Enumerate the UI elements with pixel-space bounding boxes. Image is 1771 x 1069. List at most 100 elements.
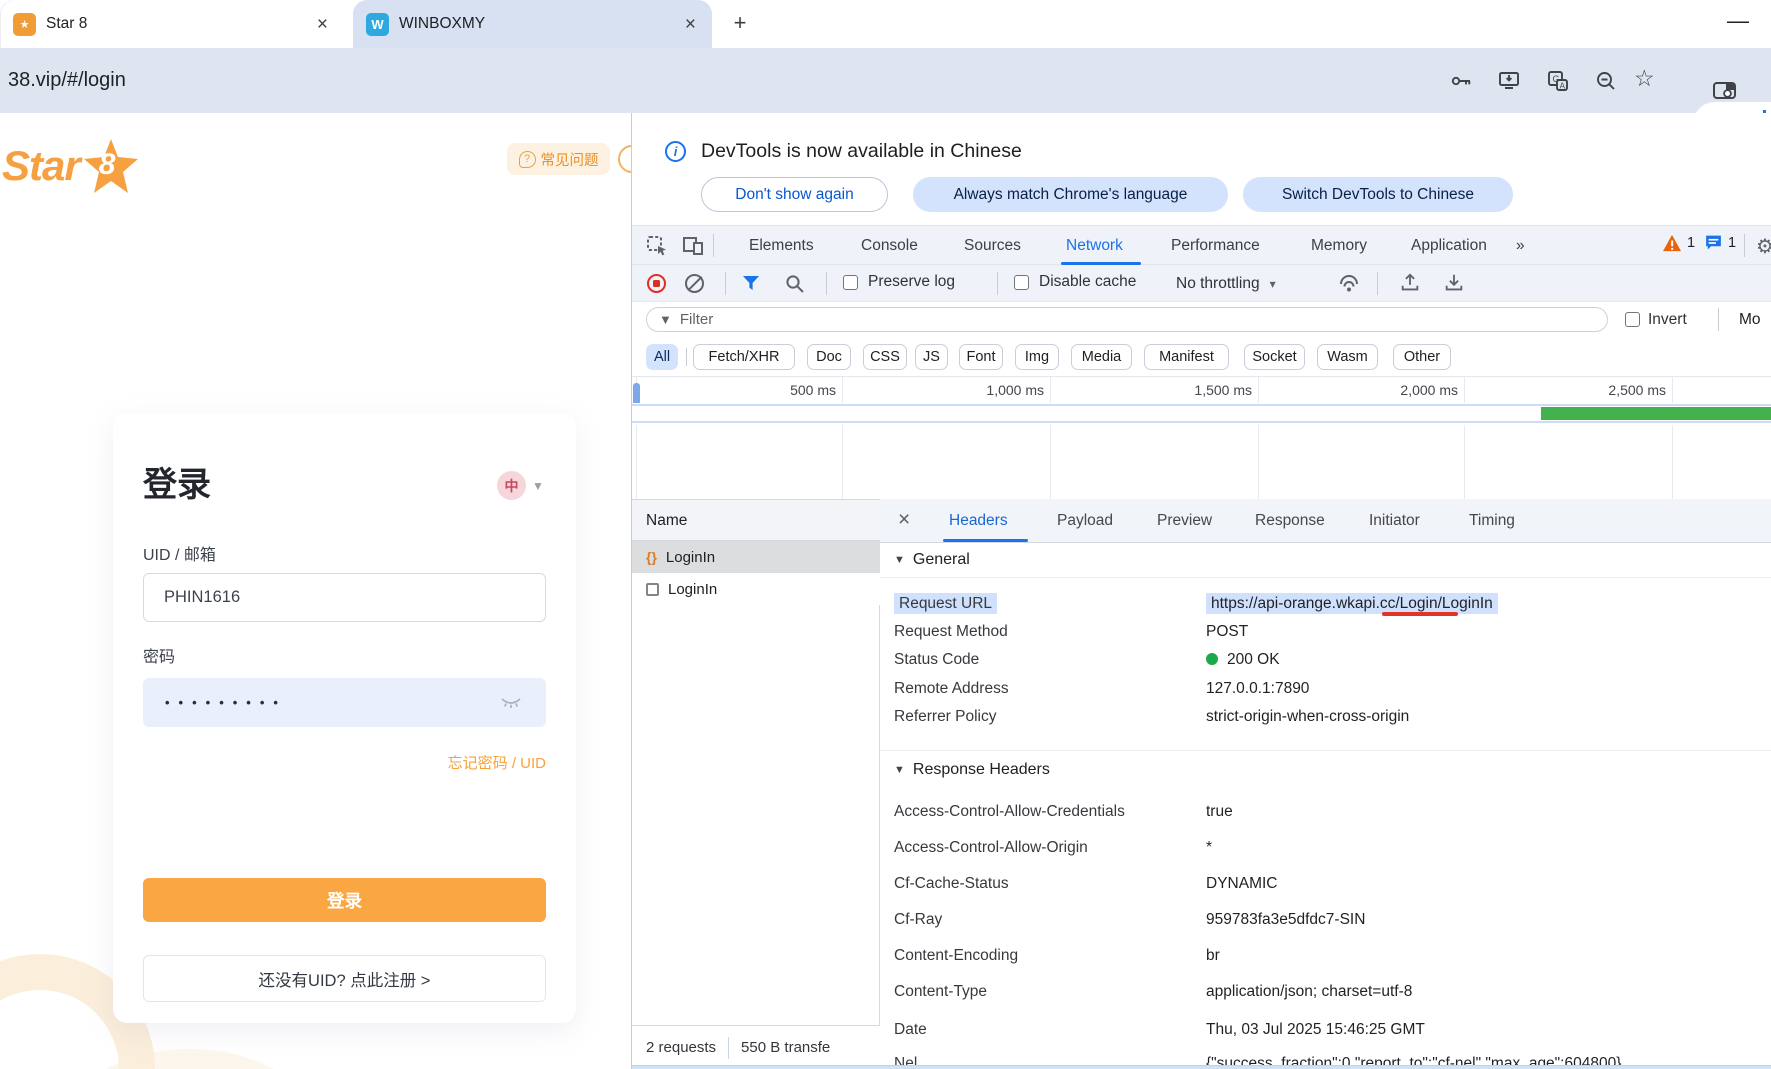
new-tab-button[interactable]: + — [726, 10, 754, 38]
gridline — [842, 377, 843, 499]
header-row-request-method: Request Method POST — [880, 618, 1771, 646]
password-label: 密码 — [143, 643, 175, 667]
language-selector[interactable]: 中 ▼ — [497, 471, 544, 500]
browser-tab-star8[interactable]: ★ Star 8 × — [0, 0, 344, 48]
close-icon[interactable]: × — [898, 499, 910, 543]
device-toolbar-icon[interactable] — [682, 235, 704, 257]
gridline — [1672, 377, 1673, 499]
chip-img[interactable]: Img — [1015, 344, 1059, 370]
password-field[interactable]: ••••••••• — [143, 678, 546, 727]
chip-manifest[interactable]: Manifest — [1144, 344, 1229, 370]
password-key-icon[interactable] — [1449, 69, 1473, 93]
site-logo[interactable]: Star 8 — [2, 138, 140, 194]
header-name: Access-Control-Allow-Credentials — [894, 798, 1125, 826]
browser-tab-winboxmy[interactable]: W WINBOXMY × — [353, 0, 712, 48]
more-tabs-chevron[interactable]: » — [1516, 226, 1525, 265]
chip-fetch-xhr[interactable]: Fetch/XHR — [693, 344, 795, 370]
tab-timing[interactable]: Timing — [1469, 499, 1515, 543]
chip-doc[interactable]: Doc — [807, 344, 851, 370]
request-row-selected[interactable]: {} LoginIn — [632, 541, 880, 573]
settings-gear-icon[interactable]: ⚙ — [1756, 234, 1771, 259]
request-count: 2 requests — [646, 1039, 716, 1056]
throttling-dropdown[interactable]: No throttling ▾ — [1176, 265, 1276, 302]
faq-button[interactable]: ? 常见问题 — [507, 143, 610, 175]
messages-counter[interactable]: 1 — [1704, 234, 1736, 252]
tab-elements[interactable]: Elements — [749, 226, 814, 265]
dont-show-again-button[interactable]: Don't show again — [701, 177, 888, 212]
tab-sources[interactable]: Sources — [964, 226, 1021, 265]
divider — [826, 272, 827, 295]
general-section-header[interactable]: ▼General — [894, 551, 970, 569]
close-tab-icon[interactable]: × — [685, 15, 696, 34]
window-minimize-button[interactable]: — — [1727, 8, 1749, 34]
tab-headers[interactable]: Headers — [949, 499, 1008, 543]
warnings-counter[interactable]: 1 — [1662, 234, 1695, 252]
response-headers-section-header[interactable]: ▼Response Headers — [894, 761, 1050, 779]
header-name: Referrer Policy — [894, 703, 997, 731]
requests-list: Name {} LoginIn LoginIn 2 requests 550 B… — [632, 499, 880, 1069]
warning-count: 1 — [1687, 235, 1695, 251]
network-overview[interactable] — [632, 403, 1771, 425]
name-column-header[interactable]: Name — [632, 499, 880, 541]
tab-payload[interactable]: Payload — [1057, 499, 1113, 543]
invert-checkbox[interactable] — [1625, 312, 1640, 327]
url-bar: 38.vip/#/login G A ☆ — [0, 48, 1771, 113]
search-icon[interactable] — [784, 273, 805, 294]
import-har-icon[interactable] — [1399, 272, 1421, 294]
chip-wasm[interactable]: Wasm — [1317, 344, 1378, 370]
header-value: strict-origin-when-cross-origin — [1206, 703, 1409, 731]
chip-socket[interactable]: Socket — [1244, 344, 1305, 370]
record-button[interactable] — [647, 274, 666, 293]
tab-memory[interactable]: Memory — [1311, 226, 1367, 265]
login-button[interactable]: 登录 — [143, 878, 546, 922]
eye-closed-icon[interactable] — [500, 696, 522, 710]
inspect-element-icon[interactable] — [646, 235, 668, 257]
invert-filter[interactable]: Invert — [1625, 302, 1687, 337]
tab-search-icon[interactable] — [1712, 79, 1736, 103]
chip-media[interactable]: Media — [1071, 344, 1132, 370]
tab-network[interactable]: Network — [1066, 226, 1123, 265]
chip-other[interactable]: Other — [1393, 344, 1451, 370]
close-tab-icon[interactable]: × — [317, 15, 328, 34]
logo-star-icon: 8 — [82, 137, 140, 195]
filter-funnel-icon[interactable] — [743, 276, 759, 291]
register-link-button[interactable]: 还没有UID? 点此注册 > — [143, 955, 546, 1002]
chip-js[interactable]: JS — [915, 344, 948, 370]
tab-console[interactable]: Console — [861, 226, 918, 265]
switch-to-chinese-button[interactable]: Switch DevTools to Chinese — [1243, 177, 1513, 212]
request-row[interactable]: LoginIn — [632, 573, 880, 605]
tab-preview[interactable]: Preview — [1157, 499, 1212, 543]
ruler-tick: 1,000 ms — [944, 377, 1044, 403]
address-input[interactable]: 38.vip/#/login — [8, 48, 126, 113]
tab-application[interactable]: Application — [1411, 226, 1487, 265]
network-status-bar: 2 requests 550 B transfe — [632, 1025, 880, 1069]
preserve-log-checkbox[interactable] — [843, 275, 858, 290]
export-har-icon[interactable] — [1443, 272, 1465, 294]
forgot-password-link[interactable]: 忘记密码 / UID — [448, 752, 546, 773]
json-braces-icon: {} — [646, 549, 657, 565]
filter-input[interactable]: ▼ Filter — [646, 307, 1608, 332]
transferred-size: 550 B transfe — [741, 1039, 830, 1056]
bottom-scroll-strip[interactable] — [632, 1065, 1771, 1069]
tab-response[interactable]: Response — [1255, 499, 1325, 543]
tab-performance[interactable]: Performance — [1171, 226, 1260, 265]
zoom-out-icon[interactable] — [1594, 69, 1618, 93]
match-language-button[interactable]: Always match Chrome's language — [913, 177, 1228, 212]
chip-all[interactable]: All — [646, 344, 678, 370]
bookmark-star-icon[interactable]: ☆ — [1634, 66, 1658, 90]
uid-field[interactable] — [143, 573, 546, 622]
translate-icon[interactable]: G A — [1546, 69, 1570, 93]
header-value: br — [1206, 942, 1220, 970]
chip-css[interactable]: CSS — [863, 344, 907, 370]
detail-tabbar: × Headers Payload Preview Response Initi… — [880, 499, 1771, 543]
clear-log-icon[interactable] — [685, 274, 704, 293]
header-value: https://api-orange.wkapi.cc/Login/LoginI… — [1206, 593, 1498, 614]
chip-font[interactable]: Font — [959, 344, 1003, 370]
chevron-down-icon: ▾ — [1270, 277, 1276, 291]
network-conditions-icon[interactable] — [1337, 272, 1361, 294]
warning-triangle-icon — [1662, 234, 1682, 252]
install-app-icon[interactable] — [1497, 69, 1521, 93]
uid-label: UID / 邮箱 — [143, 541, 216, 565]
tab-initiator[interactable]: Initiator — [1369, 499, 1420, 543]
disable-cache-checkbox[interactable] — [1014, 275, 1029, 290]
